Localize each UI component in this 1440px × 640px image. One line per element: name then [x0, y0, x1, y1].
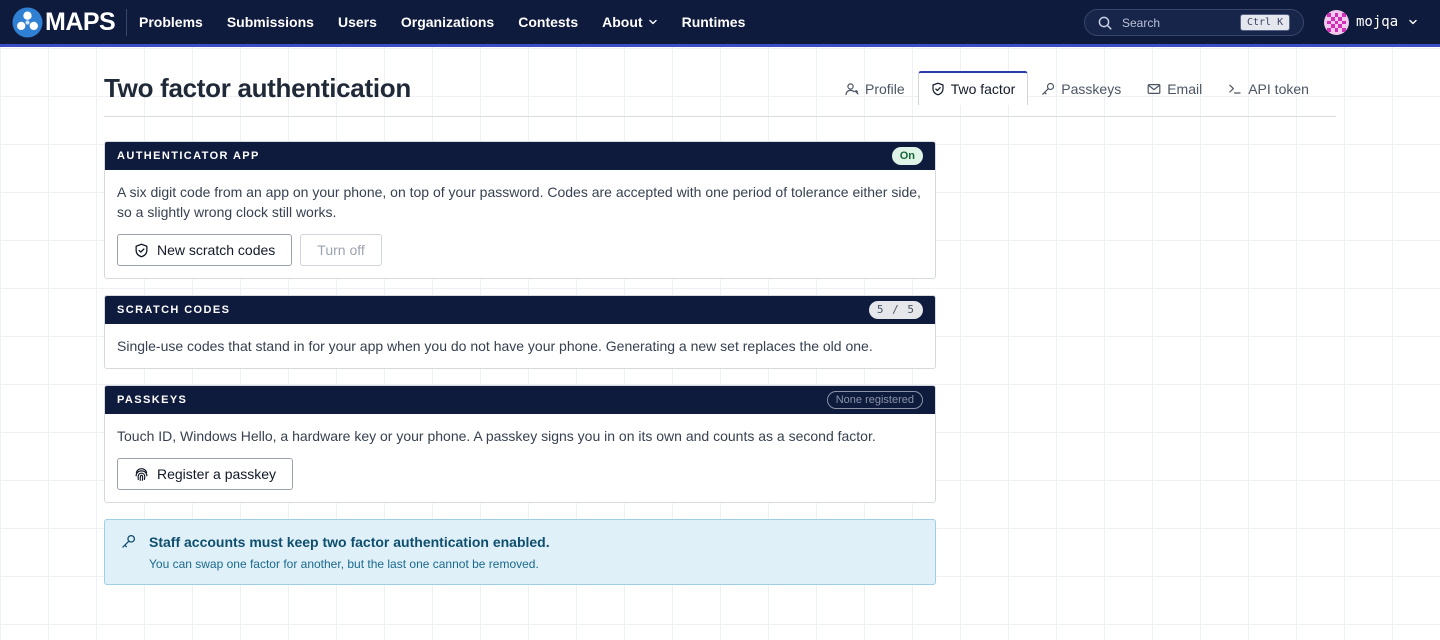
- avatar: [1324, 9, 1349, 35]
- status-badge: On: [891, 147, 923, 165]
- scratch-codes-panel: SCRATCH CODES 5 / 5 Single-use codes tha…: [104, 295, 936, 369]
- panel-title: AUTHENTICATOR APP: [117, 150, 260, 162]
- register-passkey-button[interactable]: Register a passkey: [117, 458, 294, 490]
- header-divider: [104, 116, 1336, 117]
- panel-title: PASSKEYS: [117, 394, 188, 406]
- panel-description: Touch ID, Windows Hello, a hardware key …: [117, 428, 876, 444]
- nav-item-users[interactable]: Users: [338, 14, 377, 30]
- nav-label: About: [602, 14, 643, 30]
- count-badge: 5 / 5: [868, 301, 923, 319]
- button-label: Register a passkey: [157, 466, 277, 482]
- tab-label: API token: [1248, 80, 1309, 97]
- nav-label: Problems: [139, 14, 203, 30]
- search-placeholder: Search: [1122, 16, 1161, 30]
- terminal-icon: [1229, 84, 1241, 94]
- nav-label: Users: [337, 14, 377, 30]
- nav-item-contests[interactable]: Contests: [518, 14, 578, 30]
- button-label: Turn off: [317, 242, 365, 258]
- nav-item-submissions[interactable]: Submissions: [227, 14, 314, 30]
- panel-description: Single-use codes that stand in for your …: [117, 338, 873, 354]
- user-menu[interactable]: mojqa: [1324, 9, 1418, 35]
- authenticator-app-panel: AUTHENTICATOR APP On A six digit code fr…: [104, 141, 936, 279]
- user-icon: [845, 82, 859, 95]
- key-icon: [122, 534, 136, 548]
- mail-icon: [1147, 83, 1161, 94]
- logo-text: MAPS: [45, 7, 116, 36]
- search-shortcut-badge: Ctrl K: [1240, 14, 1291, 31]
- nav-item-problems[interactable]: Problems: [139, 14, 203, 30]
- chevron-down-icon: [1409, 19, 1417, 25]
- nav-label: Organizations: [400, 14, 495, 30]
- site-logo[interactable]: MAPS: [12, 6, 116, 38]
- nav-label: Contests: [518, 14, 579, 30]
- page-title: Two factor authentication: [104, 73, 411, 103]
- main-nav: Problems Submissions Users Organizations…: [139, 0, 769, 44]
- tab-label: Email: [1167, 80, 1203, 97]
- nav-item-runtimes[interactable]: Runtimes: [682, 14, 746, 30]
- tab-two-factor[interactable]: Two factor: [917, 71, 1029, 105]
- panel-header: AUTHENTICATOR APP On: [105, 142, 935, 170]
- nav-item-organizations[interactable]: Organizations: [401, 14, 494, 30]
- shield-check-icon: [135, 243, 148, 257]
- fingerprint-icon: [135, 467, 148, 481]
- panel-header: PASSKEYS None registered: [105, 386, 935, 414]
- tab-email[interactable]: Email: [1134, 71, 1215, 105]
- nav-item-about[interactable]: About: [602, 14, 657, 30]
- nav-divider: [126, 9, 127, 36]
- key-icon: [1042, 82, 1055, 95]
- turn-off-button[interactable]: Turn off: [300, 234, 382, 266]
- tab-profile[interactable]: Profile: [832, 71, 918, 105]
- search-box[interactable]: Search Ctrl K: [1084, 9, 1304, 36]
- nav-label: Runtimes: [681, 14, 746, 30]
- logo-mark-icon: [12, 6, 43, 38]
- shield-check-icon: [932, 82, 944, 96]
- panel-description: A six digit code from an app on your pho…: [117, 184, 921, 220]
- top-navbar: MAPS Problems Submissions Users Organiza…: [0, 0, 1440, 47]
- settings-tabs: Profile Two factor Passkeys Email API to…: [832, 71, 1322, 105]
- chevron-down-icon: [648, 19, 657, 25]
- notice-title: Staff accounts must keep two factor auth…: [149, 534, 550, 550]
- username: mojqa: [1356, 14, 1399, 30]
- tab-label: Two factor: [950, 81, 1016, 97]
- passkeys-panel: PASSKEYS None registered Touch ID, Windo…: [104, 385, 936, 503]
- button-label: New scratch codes: [157, 242, 276, 258]
- staff-2fa-notice: Staff accounts must keep two factor auth…: [104, 519, 936, 585]
- tab-api-token[interactable]: API token: [1215, 71, 1322, 105]
- panel-title: SCRATCH CODES: [117, 304, 231, 316]
- status-badge: None registered: [826, 391, 923, 409]
- tab-passkeys[interactable]: Passkeys: [1028, 71, 1134, 105]
- notice-subtitle: You can swap one factor for another, but…: [149, 557, 539, 571]
- search-icon: [1098, 16, 1112, 30]
- panel-header: SCRATCH CODES 5 / 5: [105, 296, 935, 324]
- tab-label: Passkeys: [1061, 80, 1122, 97]
- tab-label: Profile: [865, 80, 905, 97]
- new-scratch-codes-button[interactable]: New scratch codes: [117, 234, 293, 266]
- nav-label: Submissions: [226, 14, 314, 30]
